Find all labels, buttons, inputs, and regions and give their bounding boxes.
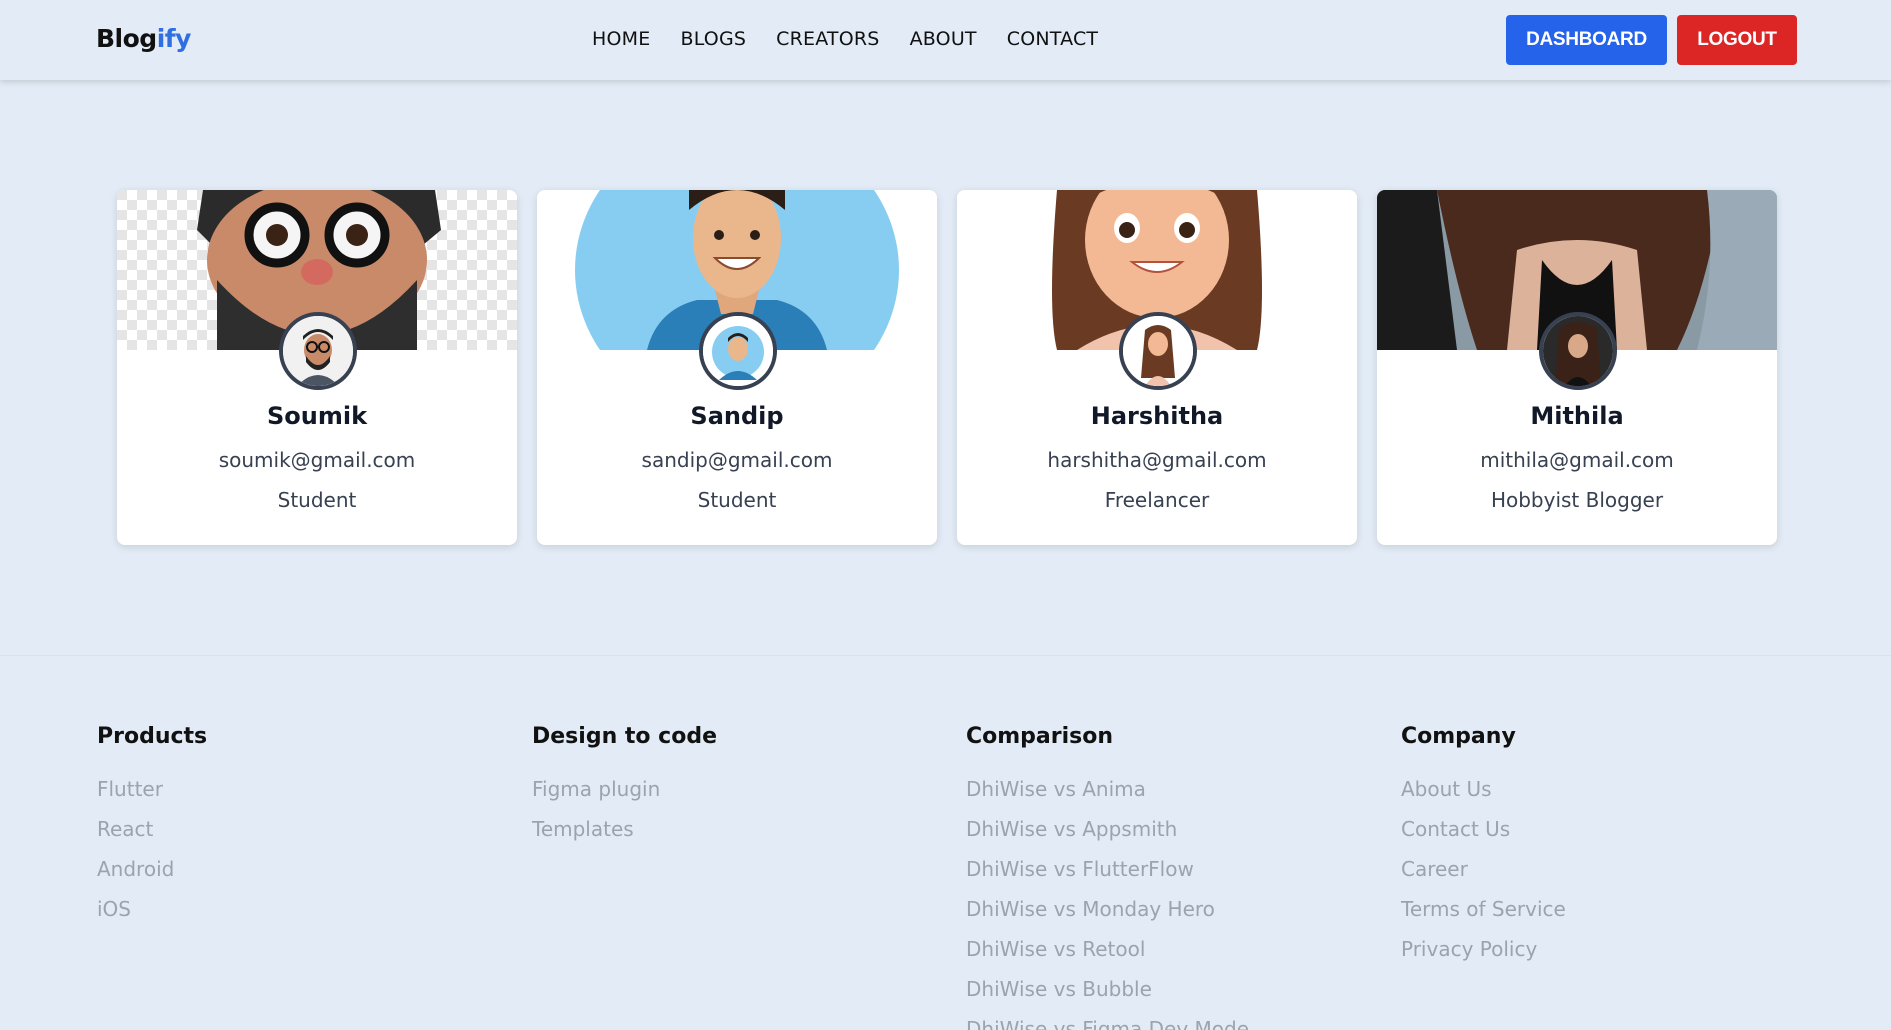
footer-column-products: Products Flutter React Android iOS — [97, 724, 207, 937]
creator-role: Student — [277, 488, 357, 512]
logout-button[interactable]: LOGOUT — [1677, 15, 1797, 65]
creator-email: soumik@gmail.com — [218, 448, 416, 472]
creator-role: Student — [697, 488, 777, 512]
footer-link[interactable]: Terms of Service — [1401, 897, 1566, 937]
footer-link[interactable]: DhiWise vs Bubble — [966, 977, 1249, 1017]
creator-avatar — [699, 312, 777, 390]
logo-accent-text: ify — [156, 24, 192, 53]
footer-link[interactable]: DhiWise vs Figma Dev Mode — [966, 1017, 1249, 1030]
nav-home[interactable]: HOME — [592, 28, 650, 50]
creator-email: sandip@gmail.com — [641, 448, 833, 472]
creator-email: mithila@gmail.com — [1480, 448, 1674, 472]
footer-link[interactable]: Android — [97, 857, 207, 897]
creator-name: Harshitha — [1090, 402, 1224, 430]
top-navbar: Blogify HOME BLOGS CREATORS ABOUT CONTAC… — [0, 0, 1891, 80]
footer-column-design-to-code: Design to code Figma plugin Templates — [532, 724, 717, 857]
footer-heading: Products — [97, 724, 208, 749]
creator-name: Soumik — [266, 402, 368, 430]
footer-column-company: Company About Us Contact Us Career Terms… — [1401, 724, 1566, 977]
footer-heading: Comparison — [966, 724, 1114, 749]
main-menu: HOME BLOGS CREATORS ABOUT CONTACT — [592, 28, 1128, 50]
creator-name: Mithila — [1530, 402, 1624, 430]
creator-name: Sandip — [690, 402, 784, 430]
footer-link[interactable]: DhiWise vs FlutterFlow — [966, 857, 1249, 897]
footer-link[interactable]: Career — [1401, 857, 1566, 897]
footer-link[interactable]: DhiWise vs Anima — [966, 777, 1249, 817]
footer-link[interactable]: React — [97, 817, 207, 857]
footer-column-comparison: Comparison DhiWise vs Anima DhiWise vs A… — [966, 724, 1249, 1030]
creator-avatar — [279, 312, 357, 390]
footer-link[interactable]: About Us — [1401, 777, 1566, 817]
nav-creators[interactable]: CREATORS — [776, 28, 879, 50]
creator-email: harshitha@gmail.com — [1047, 448, 1267, 472]
footer-heading: Design to code — [532, 724, 718, 749]
footer-link[interactable]: Contact Us — [1401, 817, 1566, 857]
creator-role: Freelancer — [1104, 488, 1210, 512]
footer-link[interactable]: DhiWise vs Retool — [966, 937, 1249, 977]
dashboard-button[interactable]: DASHBOARD — [1506, 15, 1667, 65]
creator-role: Hobbyist Blogger — [1490, 488, 1664, 512]
creator-card[interactable]: Harshitha harshitha@gmail.com Freelancer — [957, 190, 1357, 545]
footer-link[interactable]: Privacy Policy — [1401, 937, 1566, 977]
brand-logo[interactable]: Blogify — [96, 24, 191, 53]
footer-link[interactable]: Figma plugin — [532, 777, 717, 817]
footer-link[interactable]: Templates — [532, 817, 717, 857]
nav-blogs[interactable]: BLOGS — [680, 28, 746, 50]
footer-link[interactable]: DhiWise vs Appsmith — [966, 817, 1249, 857]
footer-link[interactable]: Flutter — [97, 777, 207, 817]
footer-heading: Company — [1401, 724, 1516, 749]
section-divider — [0, 655, 1891, 656]
logo-main-text: Blog — [96, 24, 157, 53]
creator-card[interactable]: Mithila mithila@gmail.com Hobbyist Blogg… — [1377, 190, 1777, 545]
creator-avatar — [1539, 312, 1617, 390]
nav-about[interactable]: ABOUT — [910, 28, 977, 50]
creator-avatar — [1119, 312, 1197, 390]
creator-card[interactable]: Sandip sandip@gmail.com Student — [537, 190, 937, 545]
footer-link[interactable]: iOS — [97, 897, 207, 937]
nav-contact[interactable]: CONTACT — [1007, 28, 1099, 50]
creator-card[interactable]: Soumik soumik@gmail.com Student — [117, 190, 517, 545]
footer-link[interactable]: DhiWise vs Monday Hero — [966, 897, 1249, 937]
